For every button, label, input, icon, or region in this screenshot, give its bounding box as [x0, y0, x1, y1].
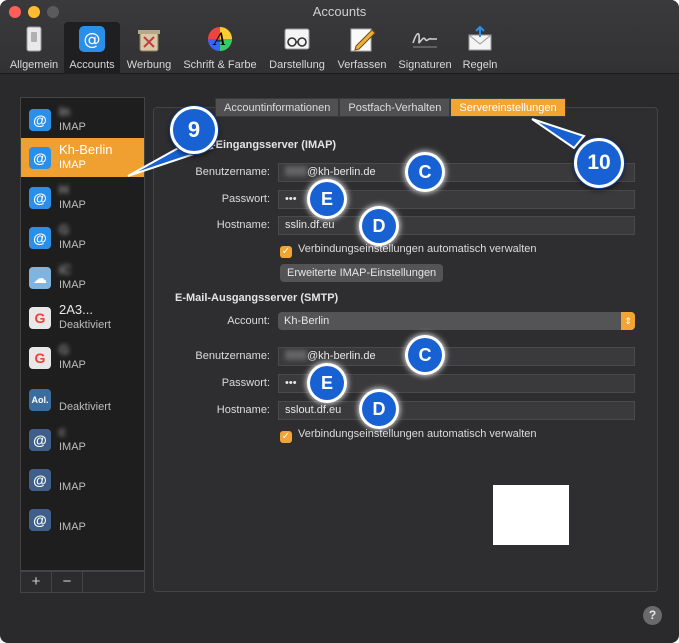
outgoing-account-label: Account: — [227, 315, 270, 327]
google-icon: G — [29, 347, 51, 369]
tab-bar: Accountinformationen Postfach-Verhalten … — [215, 98, 566, 118]
google-icon: G — [29, 307, 51, 329]
list-controls: + − — [20, 571, 145, 593]
tab-accountinformationen[interactable]: Accountinformationen — [215, 98, 340, 117]
incoming-password-label: Passwort: — [221, 193, 270, 205]
list-item[interactable]: @ c IMAP — [21, 420, 144, 459]
outgoing-username-value: @kh-berlin.de — [307, 350, 376, 362]
list-item-selected[interactable]: @ Kh-Berlin IMAP — [21, 138, 144, 177]
outgoing-username-field[interactable]: @kh-berlin.de — [278, 347, 635, 366]
at-sign-icon: @ — [29, 469, 51, 491]
svg-text:A: A — [212, 30, 226, 50]
switch-icon — [26, 26, 42, 52]
at-sign-icon: @ — [79, 26, 105, 52]
accounts-list[interactable]: @ In IMAP @ Kh-Berlin IMAP @ H IMAP @ G … — [20, 97, 145, 571]
outgoing-hostname-field[interactable]: sslout.df.eu — [278, 401, 635, 420]
toolbar-darstellung[interactable]: Darstellung — [264, 22, 330, 74]
list-item[interactable]: @ In IMAP — [21, 100, 144, 139]
incoming-username-label: Benutzername: — [195, 166, 270, 178]
callout-d-incoming: D — [362, 209, 396, 243]
tab-postfach-verhalten[interactable]: Postfach-Verhalten — [339, 98, 451, 117]
callout-e-incoming: E — [310, 182, 344, 216]
chevron-updown-icon: ⇕ — [621, 312, 635, 330]
toolbar-accounts[interactable]: @ Accounts — [64, 22, 120, 74]
at-sign-icon: @ — [29, 227, 51, 249]
list-item[interactable]: @ G IMAP — [21, 218, 144, 257]
callout-c-incoming: C — [408, 155, 442, 189]
glasses-icon — [284, 28, 310, 50]
font-color-icon: A — [208, 27, 232, 51]
outgoing-hostname-label: Hostname: — [216, 404, 270, 416]
callout-9: 9 — [170, 106, 218, 154]
junk-bin-icon — [138, 30, 160, 52]
incoming-section-title: -Eingangsserver (IMAP) — [212, 139, 337, 151]
aol-icon: Aol. — [29, 389, 51, 411]
blank-overlay — [493, 485, 569, 545]
envelope-rules-icon — [468, 25, 492, 51]
outgoing-account-popup[interactable]: Kh-Berlin ⇕ — [278, 312, 635, 330]
titlebar: Accounts Allgemein @ Accounts Werbung A … — [0, 0, 679, 74]
list-item[interactable]: @ IMAP — [21, 500, 144, 539]
list-item[interactable]: @ IMAP — [21, 460, 144, 499]
toolbar-schrift-farbe[interactable]: A Schrift & Farbe — [178, 22, 262, 74]
advanced-imap-settings-button[interactable]: Erweiterte IMAP-Einstellungen — [280, 264, 444, 282]
at-sign-icon: @ — [29, 187, 51, 209]
list-item[interactable]: G G IMAP — [21, 338, 144, 377]
redacted-text — [285, 350, 307, 360]
outgoing-auto-manage-checkbox[interactable]: ✓ Verbindungseinstellungen automatisch ve… — [280, 428, 537, 443]
callout-10: 10 — [574, 138, 624, 188]
incoming-auto-manage-checkbox[interactable]: ✓ Verbindungseinstellungen automatisch ve… — [280, 243, 537, 258]
at-sign-icon: @ — [29, 509, 51, 531]
list-item[interactable]: @ H IMAP — [21, 178, 144, 217]
svg-text:@: @ — [84, 30, 101, 50]
at-sign-icon: @ — [29, 429, 51, 451]
toolbar-signaturen[interactable]: Signaturen — [394, 22, 456, 74]
incoming-username-value: @kh-berlin.de — [307, 166, 376, 178]
list-item[interactable]: G 2A3... Deaktiviert — [21, 298, 144, 337]
callout-c-outgoing: C — [408, 338, 442, 372]
incoming-hostname-field[interactable]: sslin.df.eu — [278, 216, 635, 235]
signature-icon — [412, 32, 437, 48]
checkmark-icon: ✓ — [280, 431, 292, 443]
outgoing-section-title: E-Mail-Ausgangsserver (SMTP) — [175, 292, 339, 304]
at-sign-icon: @ — [29, 147, 51, 169]
checkmark-icon: ✓ — [280, 246, 292, 258]
redacted-text — [285, 166, 307, 176]
toolbar-verfassen[interactable]: Verfassen — [332, 22, 392, 74]
toolbar-regeln[interactable]: Regeln — [458, 22, 502, 74]
add-account-button[interactable]: + — [21, 572, 52, 592]
cloud-icon: ☁ — [29, 267, 51, 289]
outgoing-password-label: Passwort: — [221, 377, 270, 389]
window-title: Accounts — [312, 4, 367, 19]
preferences-window: Accounts Allgemein @ Accounts Werbung A … — [0, 0, 679, 643]
list-item[interactable]: Aol. Deaktiviert — [21, 380, 144, 419]
tab-servereinstellungen[interactable]: Servereinstellungen — [450, 98, 566, 117]
list-item[interactable]: ☁ iC IMAP — [21, 258, 144, 297]
pencil-paper-icon — [350, 28, 376, 52]
help-button[interactable]: ? — [643, 606, 662, 625]
toolbar-allgemein[interactable]: Allgemein — [6, 22, 62, 74]
incoming-hostname-label: Hostname: — [216, 219, 270, 231]
at-sign-icon: @ — [29, 109, 51, 131]
callout-d-outgoing: D — [362, 392, 396, 426]
outgoing-username-label: Benutzername: — [195, 350, 270, 362]
callout-e-outgoing: E — [310, 366, 344, 400]
toolbar-werbung[interactable]: Werbung — [122, 22, 176, 74]
remove-account-button[interactable]: − — [52, 572, 83, 592]
